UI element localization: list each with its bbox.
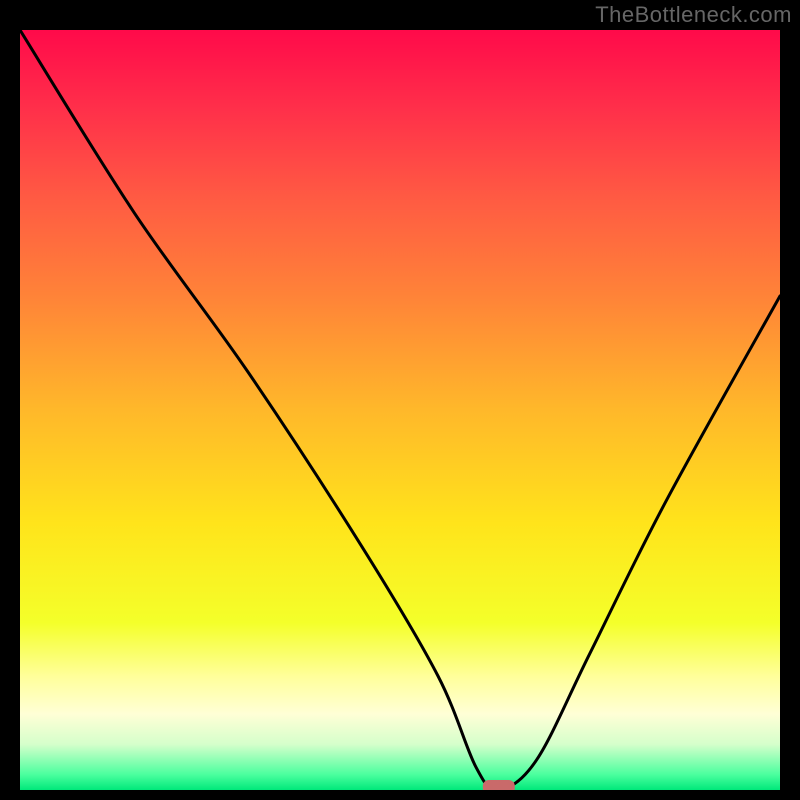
chart-root: TheBottleneck.com — [0, 0, 800, 800]
plot-area — [20, 30, 780, 790]
gradient-background — [20, 30, 780, 790]
watermark-text: TheBottleneck.com — [595, 2, 792, 28]
plot-svg — [20, 30, 780, 790]
optimal-marker — [483, 780, 515, 790]
